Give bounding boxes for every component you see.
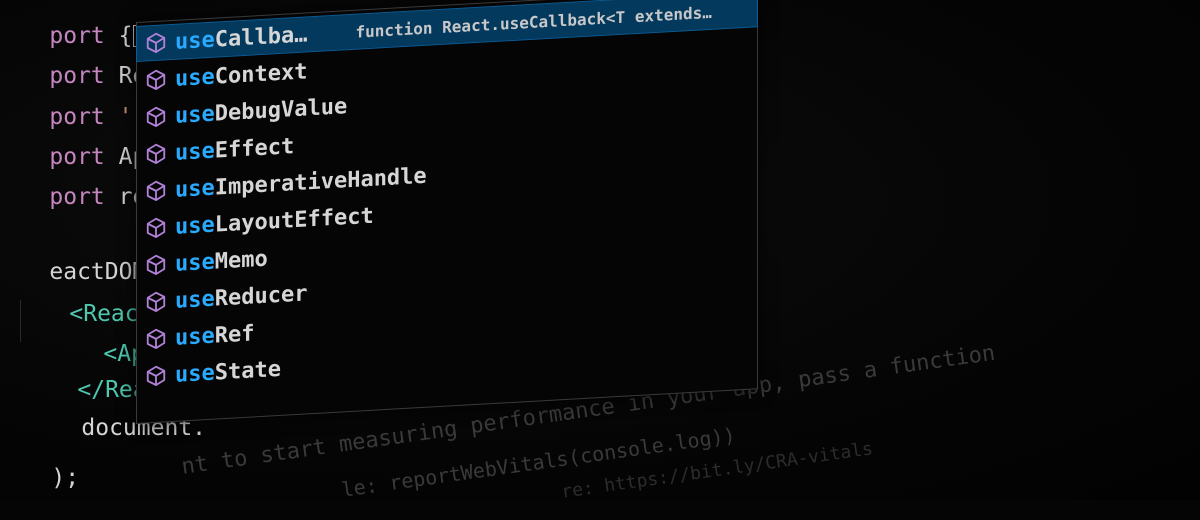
- symbol-method-cube-icon: [143, 362, 169, 389]
- symbol-method-cube-icon: [143, 103, 169, 130]
- symbol-method-cube-icon: [143, 214, 169, 241]
- indent-guide: [20, 300, 21, 342]
- symbol-method-cube-icon: [143, 177, 169, 204]
- code-line-11[interactable]: );: [0, 436, 79, 520]
- symbol-method-cube-icon: [143, 251, 169, 278]
- autocomplete-suggest-widget[interactable]: use Callba… function React.useCallback<T …: [136, 0, 758, 425]
- symbol-method-cube-icon: [143, 140, 169, 167]
- symbol-method-cube-icon: [143, 325, 169, 352]
- symbol-method-cube-icon: [143, 288, 169, 315]
- symbol-method-cube-icon: [143, 66, 169, 93]
- symbol-method-cube-icon: [143, 29, 169, 56]
